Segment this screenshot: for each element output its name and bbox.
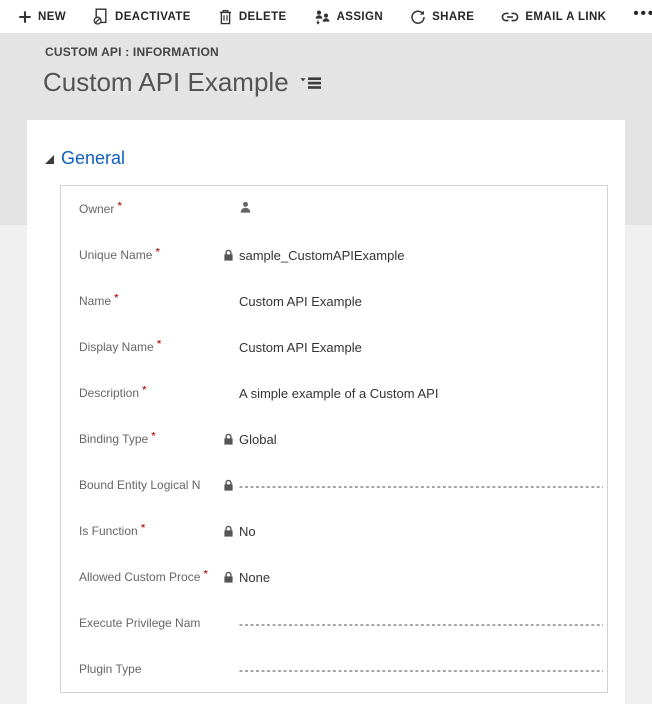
field-row: Unique Name * sample_CustomAPIExample: [61, 232, 607, 278]
field-label: Name: [79, 294, 111, 308]
deactivate-icon: [93, 8, 109, 25]
lock-icon: [223, 525, 234, 538]
assign-button-label: ASSIGN: [337, 11, 384, 23]
field-row: Binding Type * Global: [61, 416, 607, 462]
required-marker: *: [141, 524, 146, 535]
lock-icon: [223, 479, 234, 492]
field-row: Bound Entity Logical N -----------------…: [61, 462, 607, 508]
required-marker: *: [117, 202, 122, 213]
deactivate-button-label: DEACTIVATE: [115, 11, 191, 23]
field-value[interactable]: No: [237, 524, 603, 539]
field-row: Plugin Type ----------------------------…: [61, 646, 607, 692]
required-marker: *: [203, 570, 208, 581]
page-title: Custom API Example: [43, 67, 289, 98]
general-fieldset: Owner * Unique Name *: [60, 185, 608, 693]
field-row: Name * Custom API Example: [61, 278, 607, 324]
lock-icon: [223, 249, 234, 262]
lock-icon: [223, 571, 234, 584]
field-value[interactable]: sample_CustomAPIExample: [237, 248, 603, 263]
field-value[interactable]: Custom API Example: [237, 294, 603, 309]
email-link-button[interactable]: EMAIL A LINK: [501, 11, 606, 23]
plus-icon: [18, 10, 32, 24]
share-button[interactable]: SHARE: [410, 9, 474, 25]
deactivate-button[interactable]: DEACTIVATE: [93, 8, 191, 25]
field-row: Owner *: [61, 186, 607, 232]
field-label: Unique Name: [79, 248, 152, 262]
field-value[interactable]: ----------------------------------------…: [237, 478, 603, 493]
assign-icon: [314, 9, 331, 25]
new-button-label: NEW: [38, 11, 66, 23]
assign-button[interactable]: ASSIGN: [314, 9, 384, 25]
email-link-button-label: EMAIL A LINK: [525, 11, 606, 23]
ellipsis-icon: •••: [633, 9, 652, 25]
form-selector-icon[interactable]: [300, 76, 322, 96]
email-link-icon: [501, 11, 519, 23]
delete-button[interactable]: DELETE: [218, 9, 287, 25]
field-value[interactable]: Custom API Example: [237, 340, 603, 355]
crm-record-screen: NEW DEACTIVATE DELETE: [0, 0, 652, 704]
field-value[interactable]: A simple example of a Custom API: [237, 386, 603, 401]
field-label: Plugin Type: [79, 662, 142, 676]
field-label: Binding Type: [79, 432, 148, 446]
command-bar: NEW DEACTIVATE DELETE: [0, 0, 652, 33]
record-type-label: CUSTOM API : INFORMATION: [45, 45, 219, 59]
required-marker: *: [151, 432, 156, 443]
field-label: Execute Privilege Nam: [79, 616, 200, 630]
field-label: Owner: [79, 202, 114, 216]
field-label: Bound Entity Logical N: [79, 478, 200, 492]
field-value[interactable]: ----------------------------------------…: [237, 662, 603, 677]
share-icon: [410, 9, 426, 25]
field-value[interactable]: [237, 201, 603, 217]
field-row: Allowed Custom Proce * None: [61, 554, 607, 600]
required-marker: *: [114, 294, 119, 305]
delete-icon: [218, 9, 233, 25]
field-label: Allowed Custom Proce: [79, 570, 200, 584]
field-value[interactable]: None: [237, 570, 603, 585]
collapse-triangle-icon: [45, 155, 54, 164]
lock-icon: [223, 433, 234, 446]
delete-button-label: DELETE: [239, 11, 287, 23]
field-label: Description: [79, 386, 139, 400]
field-row: Is Function * No: [61, 508, 607, 554]
new-button[interactable]: NEW: [18, 10, 66, 24]
share-button-label: SHARE: [432, 11, 474, 23]
owner-person-icon: [239, 201, 603, 217]
required-marker: *: [142, 386, 147, 397]
required-marker: *: [155, 248, 160, 259]
field-label: Is Function: [79, 524, 138, 538]
section-general-header[interactable]: General: [45, 148, 125, 169]
required-marker: *: [157, 340, 162, 351]
field-row: Display Name * Custom API Example: [61, 324, 607, 370]
field-value[interactable]: ----------------------------------------…: [237, 616, 603, 631]
section-title: General: [61, 148, 125, 169]
more-commands-button[interactable]: •••: [633, 9, 652, 25]
field-label: Display Name: [79, 340, 154, 354]
field-row: Execute Privilege Nam ------------------…: [61, 600, 607, 646]
field-row: Description * A simple example of a Cust…: [61, 370, 607, 416]
field-value[interactable]: Global: [237, 432, 603, 447]
form-body: General Owner * Uni: [27, 120, 625, 704]
